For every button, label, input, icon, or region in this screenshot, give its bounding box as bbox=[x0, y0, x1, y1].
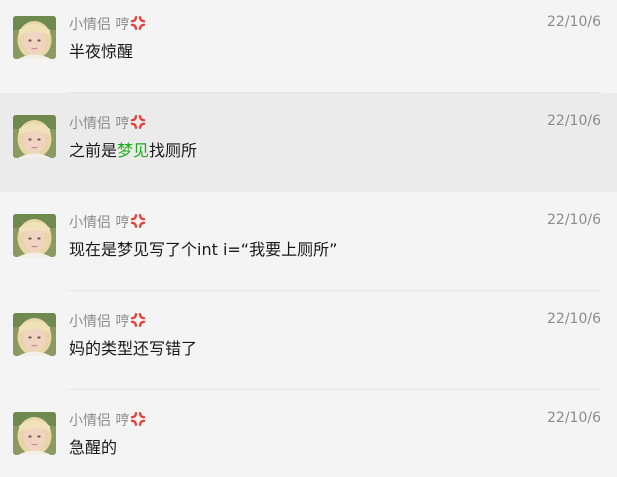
anger-symbol-icon bbox=[130, 312, 146, 332]
message-row[interactable]: 小情侣 哼 22/10/6 妈的类型还写错了 bbox=[0, 291, 617, 390]
message-text: 现在是梦见写了个int i=“我要上厕所” bbox=[69, 236, 337, 260]
avatar[interactable] bbox=[13, 313, 56, 356]
message-fragment: 之前是 bbox=[69, 141, 118, 160]
timestamp: 22/10/6 bbox=[547, 14, 601, 30]
message-text: 之前是梦见找厕所 bbox=[69, 137, 197, 161]
message-text: 半夜惊醒 bbox=[69, 38, 133, 62]
message-fragment: 找厕所 bbox=[149, 141, 198, 160]
sender-name[interactable]: 小情侣 哼 bbox=[69, 410, 146, 431]
message-text: 急醒的 bbox=[69, 434, 117, 458]
sender-name-text: 小情侣 哼 bbox=[69, 314, 130, 330]
sender-name-text: 小情侣 哼 bbox=[69, 17, 130, 33]
highlighted-keyword: 梦见 bbox=[117, 141, 150, 160]
sender-name[interactable]: 小情侣 哼 bbox=[69, 113, 146, 134]
timestamp: 22/10/6 bbox=[547, 311, 601, 327]
avatar[interactable] bbox=[13, 115, 56, 158]
sender-name-text: 小情侣 哼 bbox=[69, 116, 130, 132]
avatar[interactable] bbox=[13, 412, 56, 455]
anger-symbol-icon bbox=[130, 213, 146, 233]
anger-symbol-icon bbox=[130, 114, 146, 134]
timestamp: 22/10/6 bbox=[547, 410, 601, 426]
message-fragment: 急醒的 bbox=[69, 438, 118, 457]
message-list: 小情侣 哼 22/10/6 半夜惊醒 小情侣 哼 22/10/6 之前是梦见找厕所 小情侣 … bbox=[0, 0, 617, 477]
timestamp: 22/10/6 bbox=[547, 212, 601, 228]
sender-name[interactable]: 小情侣 哼 bbox=[69, 14, 146, 35]
sender-name[interactable]: 小情侣 哼 bbox=[69, 311, 146, 332]
message-fragment: 妈的类型还写错了 bbox=[69, 339, 198, 358]
sender-name[interactable]: 小情侣 哼 bbox=[69, 212, 146, 233]
avatar[interactable] bbox=[13, 214, 56, 257]
message-row[interactable]: 小情侣 哼 22/10/6 急醒的 bbox=[0, 390, 617, 477]
anger-symbol-icon bbox=[130, 15, 146, 35]
sender-name-text: 小情侣 哼 bbox=[69, 413, 130, 429]
timestamp: 22/10/6 bbox=[547, 113, 601, 129]
message-row[interactable]: 小情侣 哼 22/10/6 半夜惊醒 bbox=[0, 0, 617, 93]
message-fragment: 半夜惊醒 bbox=[69, 42, 134, 61]
sender-name-text: 小情侣 哼 bbox=[69, 215, 130, 231]
message-text: 妈的类型还写错了 bbox=[69, 335, 197, 359]
anger-symbol-icon bbox=[130, 411, 146, 431]
message-fragment: 现在是梦见写了个int i=“我要上厕所” bbox=[69, 240, 338, 259]
message-row[interactable]: 小情侣 哼 22/10/6 现在是梦见写了个int i=“我要上厕所” bbox=[0, 192, 617, 291]
avatar[interactable] bbox=[13, 16, 56, 59]
message-row[interactable]: 小情侣 哼 22/10/6 之前是梦见找厕所 bbox=[0, 93, 617, 192]
